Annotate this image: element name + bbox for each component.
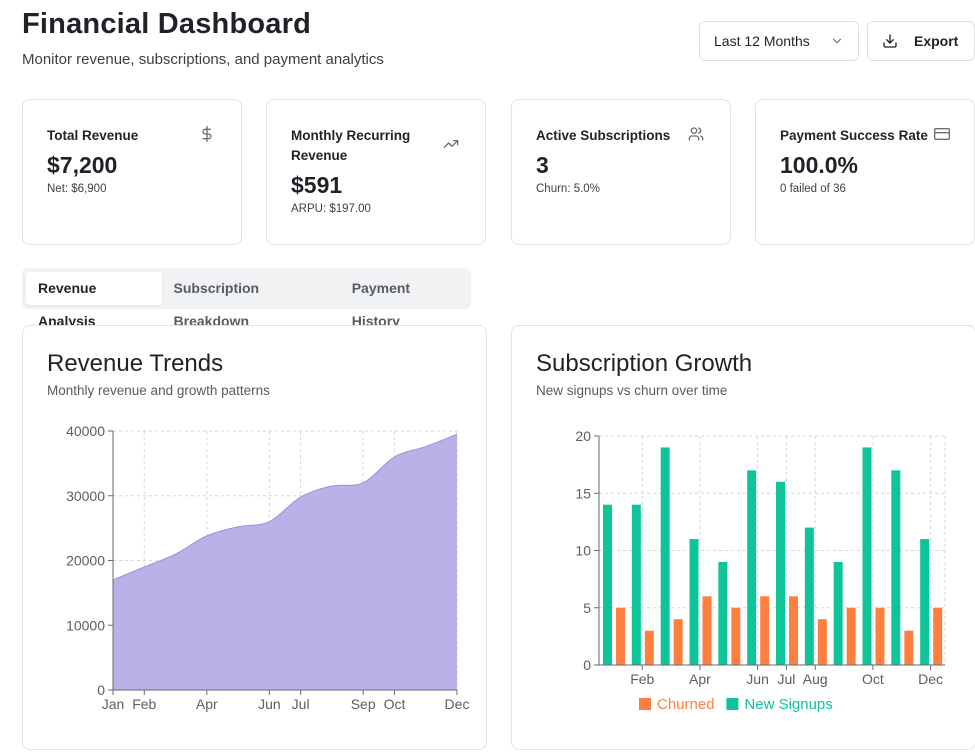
legend-label: New Signups <box>744 696 832 713</box>
tab-subscription-breakdown[interactable]: Subscription Breakdown <box>162 272 340 329</box>
bar-churned <box>702 596 712 665</box>
x-tick-label: Jun <box>746 671 769 687</box>
bar-new-signups <box>689 539 699 665</box>
kpi-label: Total Revenue <box>47 128 139 143</box>
kpi-label: Monthly Recurring Revenue <box>291 128 411 163</box>
y-tick-label: 10 <box>575 543 591 559</box>
page-subtitle: Monitor revenue, subscriptions, and paym… <box>22 51 384 68</box>
bar-churned <box>904 630 914 665</box>
revenue-area <box>113 434 457 690</box>
y-tick-label: 0 <box>583 657 591 673</box>
bar-churned <box>817 619 827 665</box>
kpi-card-active-subscriptions: Active Subscriptions 3 Churn: 5.0% <box>511 99 731 245</box>
page-header: Financial Dashboard Monitor revenue, sub… <box>22 8 384 68</box>
subscription-bar-chart: 0 5 10 15 20 Feb Apr Jun Jul Aug Oct Dec Churned New … <box>575 428 946 713</box>
kpi-label: Payment Success Rate <box>780 128 928 143</box>
bar-churned <box>644 630 654 665</box>
x-tick-label: Feb <box>132 696 156 712</box>
chevron-down-icon <box>832 38 842 44</box>
tab-revenue-analysis[interactable]: Revenue Analysis <box>26 272 162 329</box>
kpi-value: 3 <box>536 152 549 178</box>
x-tick-label: Jul <box>292 696 310 712</box>
y-tick-label: 5 <box>583 600 591 616</box>
y-tick-label: 10000 <box>66 617 105 633</box>
tab-bar: Revenue Analysis Subscription Breakdown … <box>22 268 471 329</box>
x-tick-label: Jan <box>102 696 125 712</box>
page-title: Financial Dashboard <box>22 8 312 40</box>
kpi-card-total-revenue: Total Revenue $7,200 Net: $6,900 <box>22 99 242 245</box>
credit-card-icon <box>934 128 950 140</box>
y-tick-label: 30000 <box>66 488 105 504</box>
bar-new-signups <box>747 470 757 665</box>
x-tick-label: Apr <box>196 696 218 712</box>
export-button[interactable]: Export <box>867 21 975 61</box>
bar-new-signups <box>631 504 641 665</box>
kpi-subtext: ARPU: $197.00 <box>291 203 371 215</box>
x-tick-label: Aug <box>803 671 828 687</box>
kpi-label: Active Subscriptions <box>536 128 671 143</box>
kpi-subtext: 0 failed of 36 <box>780 183 846 195</box>
x-tick-label: Oct <box>384 696 406 712</box>
bar-churned <box>731 607 741 665</box>
bar-new-signups <box>603 504 612 665</box>
kpi-subtext: Churn: 5.0% <box>536 183 600 195</box>
dollar-icon <box>202 126 212 142</box>
x-tick-label: Jul <box>777 671 795 687</box>
kpi-card-mrr: Monthly Recurring Revenue $591 ARPU: $19… <box>266 99 486 245</box>
x-tick-label: Dec <box>445 696 470 712</box>
bar-churned <box>933 607 943 665</box>
x-tick-label: Jun <box>258 696 281 712</box>
x-tick-label: Feb <box>630 671 654 687</box>
legend-swatch <box>726 698 739 710</box>
x-tick-label: Dec <box>918 671 943 687</box>
bar-new-signups <box>718 561 728 665</box>
revenue-area-chart: 010000200003000040000Jan Feb Apr Jun Jul Sep O… <box>66 423 470 712</box>
kpi-subtext: Net: $6,900 <box>47 183 107 195</box>
bar-new-signups <box>920 539 930 665</box>
kpi-card-payment-success: Payment Success Rate 100.0% 0 failed of … <box>755 99 975 245</box>
bar-churned <box>875 607 885 665</box>
kpi-value: 100.0% <box>780 152 859 178</box>
bar-churned <box>789 596 798 665</box>
bar-churned <box>760 596 770 665</box>
x-tick-label: Oct <box>862 671 884 687</box>
bar-new-signups <box>776 481 785 665</box>
date-range-select[interactable]: Last 12 Months <box>699 21 859 61</box>
kpi-value: $7,200 <box>47 152 118 178</box>
users-icon <box>688 127 704 141</box>
bar-new-signups <box>660 447 670 665</box>
bar-churned <box>673 619 683 665</box>
export-label: Export <box>914 33 959 49</box>
bar-new-signups <box>891 470 901 665</box>
download-icon <box>883 34 897 48</box>
y-tick-label: 40000 <box>66 423 105 439</box>
bar-new-signups <box>862 447 872 665</box>
bar-new-signups <box>833 561 843 665</box>
y-tick-label: 20 <box>575 428 591 444</box>
revenue-trends-panel: Revenue Trends Monthly revenue and growt… <box>22 325 487 750</box>
y-tick-label: 20000 <box>66 553 105 569</box>
trending-up-icon <box>443 140 459 148</box>
subscription-growth-panel: Subscription Growth New signups vs churn… <box>511 325 975 750</box>
tab-payment-history[interactable]: Payment History <box>340 272 467 329</box>
bar-churned <box>846 607 856 665</box>
kpi-value: $591 <box>291 172 343 198</box>
date-range-value: Last 12 Months <box>714 33 810 49</box>
x-tick-label: Apr <box>689 671 711 687</box>
legend-label: Churned <box>657 696 715 713</box>
bar-churned <box>616 607 625 665</box>
y-tick-label: 15 <box>575 485 591 501</box>
legend-swatch <box>639 698 651 710</box>
bar-new-signups <box>804 527 814 665</box>
x-tick-label: Sep <box>351 696 376 712</box>
